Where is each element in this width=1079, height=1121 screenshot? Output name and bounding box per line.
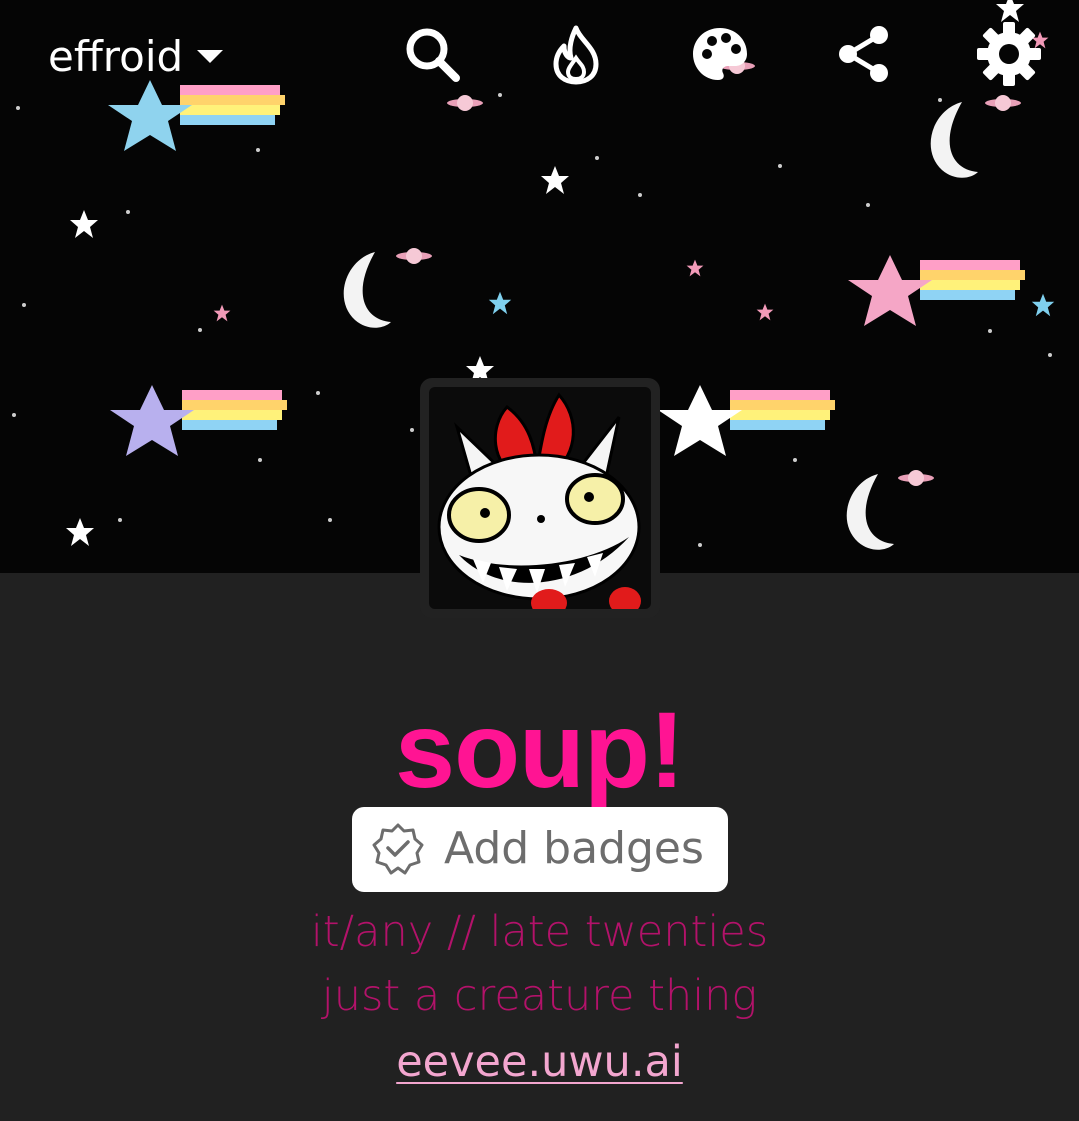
share-icon[interactable] (832, 22, 896, 86)
flame-icon[interactable] (544, 22, 608, 86)
description-line-2: just a creature thing (321, 971, 758, 1021)
external-link[interactable]: eevee.uwu.ai (396, 1037, 683, 1087)
search-icon[interactable] (400, 22, 464, 86)
blog-title: soup! (395, 689, 685, 810)
badge-icon (372, 823, 424, 875)
avatar-image (429, 387, 651, 609)
add-badges-label: Add badges (444, 823, 704, 874)
blog-switcher[interactable]: effroid (48, 28, 224, 84)
gear-icon[interactable] (975, 20, 1043, 88)
description-line-1: it/any // late twenties (310, 907, 769, 957)
palette-icon[interactable] (688, 22, 752, 86)
avatar[interactable] (420, 378, 660, 618)
add-badges-button[interactable]: Add badges (352, 807, 728, 892)
blog-name: effroid (48, 31, 184, 81)
caret-down-icon (197, 49, 224, 63)
blog-link-row: eevee.uwu.ai (0, 1032, 1079, 1092)
top-bar: effroid (0, 0, 1079, 110)
